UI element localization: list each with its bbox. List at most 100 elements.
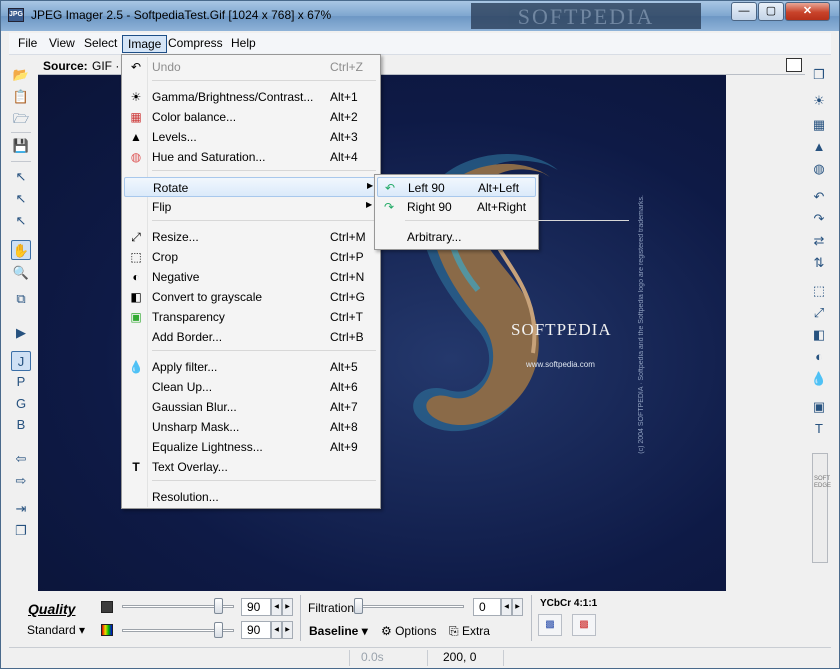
menu-item-crop[interactable]: ⬚ Crop Ctrl+P — [124, 247, 378, 267]
gif-mode-icon[interactable]: G — [11, 394, 31, 414]
brightness-icon[interactable]: ☀ — [809, 91, 829, 111]
menu-item-right-90[interactable]: ↷ Right 90 Alt+Right — [377, 197, 536, 217]
extra-button[interactable]: ⎘ Extra — [449, 624, 490, 639]
menu-item-clean-up[interactable]: Clean Up... Alt+6 — [124, 377, 378, 397]
select-arrow-icon[interactable]: ↖ — [11, 167, 31, 187]
batch-icon[interactable]: ❐ — [11, 521, 31, 541]
open-icon[interactable]: 📂 — [11, 65, 31, 85]
menu-item-add-border[interactable]: Add Border... Ctrl+B — [124, 327, 378, 347]
menu-view[interactable]: View — [44, 35, 80, 53]
rotate-left-icon: ↶ — [384, 181, 396, 195]
transparency-icon[interactable]: ▣ — [809, 397, 829, 417]
options-button[interactable]: ⚙ Options — [381, 624, 436, 638]
flip-v-icon[interactable]: ⇅ — [809, 253, 829, 273]
menu-item-arbitrary[interactable]: Arbitrary... — [377, 227, 536, 247]
baseline-dropdown[interactable]: Baseline ▾ — [309, 624, 368, 638]
menu-item-levels[interactable]: ▲ Levels... Alt+3 — [124, 127, 378, 147]
bmp-mode-icon[interactable]: B — [11, 415, 31, 435]
menu-item-equalize[interactable]: Equalize Lightness... Alt+9 — [124, 437, 378, 457]
menu-item-color-balance[interactable]: ▦ Color balance... Alt+2 — [124, 107, 378, 127]
compare-icon[interactable]: ⧉ — [11, 289, 31, 309]
filter-icon[interactable]: 💧 — [809, 369, 829, 389]
menu-item-unsharp-mask[interactable]: Unsharp Mask... Alt+8 — [124, 417, 378, 437]
spin-down-icon[interactable]: ◀ — [271, 621, 282, 639]
crop-icon[interactable]: ⬚ — [809, 281, 829, 301]
grayscale-icon[interactable]: ◧ — [809, 325, 829, 345]
rotate-left-icon[interactable]: ↶ — [809, 187, 829, 207]
resize-icon[interactable]: ⤢ — [809, 303, 829, 323]
paste-icon[interactable]: 📋 — [11, 87, 31, 107]
color-balance-icon[interactable]: ▦ — [809, 115, 829, 135]
app-window: JPG JPEG Imager 2.5 - SoftpediaTest.Gif … — [0, 0, 840, 669]
menu-item-transparency[interactable]: ▣ Transparency Ctrl+T — [124, 307, 378, 327]
mode-dropdown[interactable]: Standard ▾ — [27, 623, 85, 637]
quality-slider-chroma[interactable] — [122, 621, 234, 639]
spin-up-icon[interactable]: ▶ — [512, 598, 523, 616]
menu-file[interactable]: File — [13, 35, 42, 53]
hue-icon[interactable]: ◍ — [809, 159, 829, 179]
title-bar[interactable]: JPG JPEG Imager 2.5 - SoftpediaTest.Gif … — [1, 1, 839, 31]
menu-item-apply-filter[interactable]: 💧 Apply filter... Alt+5 — [124, 357, 378, 377]
menu-item-gaussian-blur[interactable]: Gaussian Blur... Alt+7 — [124, 397, 378, 417]
spin-down-icon[interactable]: ◀ — [271, 598, 282, 616]
hand-tool-icon[interactable]: ✋ — [11, 240, 31, 260]
unsharp-icon — [128, 419, 144, 435]
save-icon[interactable]: 💾 — [11, 136, 31, 156]
slider-thumb[interactable] — [214, 598, 223, 614]
spin-up-icon[interactable]: ▶ — [282, 621, 293, 639]
compression-panel: Quality Standard ▾ 90 ◀ ▶ 90 ◀ ▶ Filtrat… — [9, 593, 831, 645]
png-mode-icon[interactable]: P — [11, 372, 31, 392]
slider-thumb[interactable] — [214, 622, 223, 638]
menu-item-left-90[interactable]: ↶ Left 90 Alt+Left — [377, 177, 536, 197]
spin-up-icon[interactable]: ▶ — [282, 598, 293, 616]
quality-luma-input[interactable]: 90 — [241, 598, 271, 616]
menu-item-grayscale[interactable]: ◧ Convert to grayscale Ctrl+G — [124, 287, 378, 307]
menu-item-negative[interactable]: ◐ Negative Ctrl+N — [124, 267, 378, 287]
play-icon[interactable]: ▶ — [11, 323, 31, 343]
menu-item-rotate[interactable]: Rotate ▶ — [124, 177, 378, 197]
status-divider — [349, 650, 350, 666]
rotate-icon — [129, 180, 145, 196]
open-folder-icon[interactable]: 🗁 — [11, 109, 31, 129]
negative-icon[interactable]: ◐ — [809, 347, 829, 367]
nav-next-icon[interactable]: ⇨ — [11, 471, 31, 491]
menu-item-gamma[interactable]: ☀ Gamma/Brightness/Contrast... Alt+1 — [124, 87, 378, 107]
flip-h-icon[interactable]: ⇄ — [809, 231, 829, 251]
copy-icon[interactable]: ❐ — [809, 65, 829, 85]
menu-help[interactable]: Help — [226, 35, 261, 53]
subsampling-b-button[interactable]: ▩ — [572, 614, 596, 636]
export-icon[interactable]: ⇥ — [11, 499, 31, 519]
menu-item-flip[interactable]: Flip ▶ — [124, 197, 378, 217]
jpeg-mode-icon[interactable]: J — [11, 351, 31, 371]
select-remove-icon[interactable]: ↖ — [11, 211, 31, 231]
spin-down-icon[interactable]: ◀ — [501, 598, 512, 616]
filtration-input[interactable]: 0 — [473, 598, 501, 616]
slider-thumb[interactable] — [354, 598, 363, 614]
subsampling-a-button[interactable]: ▩ — [538, 614, 562, 636]
quality-slider-luma[interactable] — [122, 597, 234, 615]
menu-item-resolution[interactable]: Resolution... — [124, 487, 378, 507]
maximize-pane-button[interactable] — [786, 58, 802, 72]
menu-image[interactable]: Image — [122, 35, 168, 53]
minimize-button[interactable]: — — [731, 2, 757, 21]
maximize-button[interactable]: ▢ — [758, 2, 784, 21]
select-add-icon[interactable]: ↖ — [11, 189, 31, 209]
window-title: JPEG Imager 2.5 - SoftpediaTest.Gif [102… — [31, 8, 332, 22]
menu-item-resize[interactable]: ⤢ Resize... Ctrl+M — [124, 227, 378, 247]
text-overlay-icon[interactable]: T — [809, 419, 829, 439]
negative-icon: ◐ — [132, 270, 140, 284]
close-button[interactable]: ✕ — [785, 2, 830, 21]
menu-select[interactable]: Select — [79, 35, 122, 53]
menu-item-undo[interactable]: ↶ Undo Ctrl+Z — [124, 57, 378, 77]
menu-item-text-overlay[interactable]: T Text Overlay... — [124, 457, 378, 477]
filtration-slider[interactable] — [354, 597, 464, 615]
quality-chroma-input[interactable]: 90 — [241, 621, 271, 639]
menu-compress[interactable]: Compress — [163, 35, 228, 53]
menu-separator — [405, 220, 629, 221]
nav-prev-icon[interactable]: ⇦ — [11, 449, 31, 469]
levels-icon[interactable]: ▲ — [809, 137, 829, 157]
menu-item-hue[interactable]: ◍ Hue and Saturation... Alt+4 — [124, 147, 378, 167]
soft-edge-slider[interactable]: SOFT EDGE — [812, 453, 831, 563]
zoom-icon[interactable]: 🔍 — [11, 263, 31, 283]
rotate-right-icon[interactable]: ↷ — [809, 209, 829, 229]
